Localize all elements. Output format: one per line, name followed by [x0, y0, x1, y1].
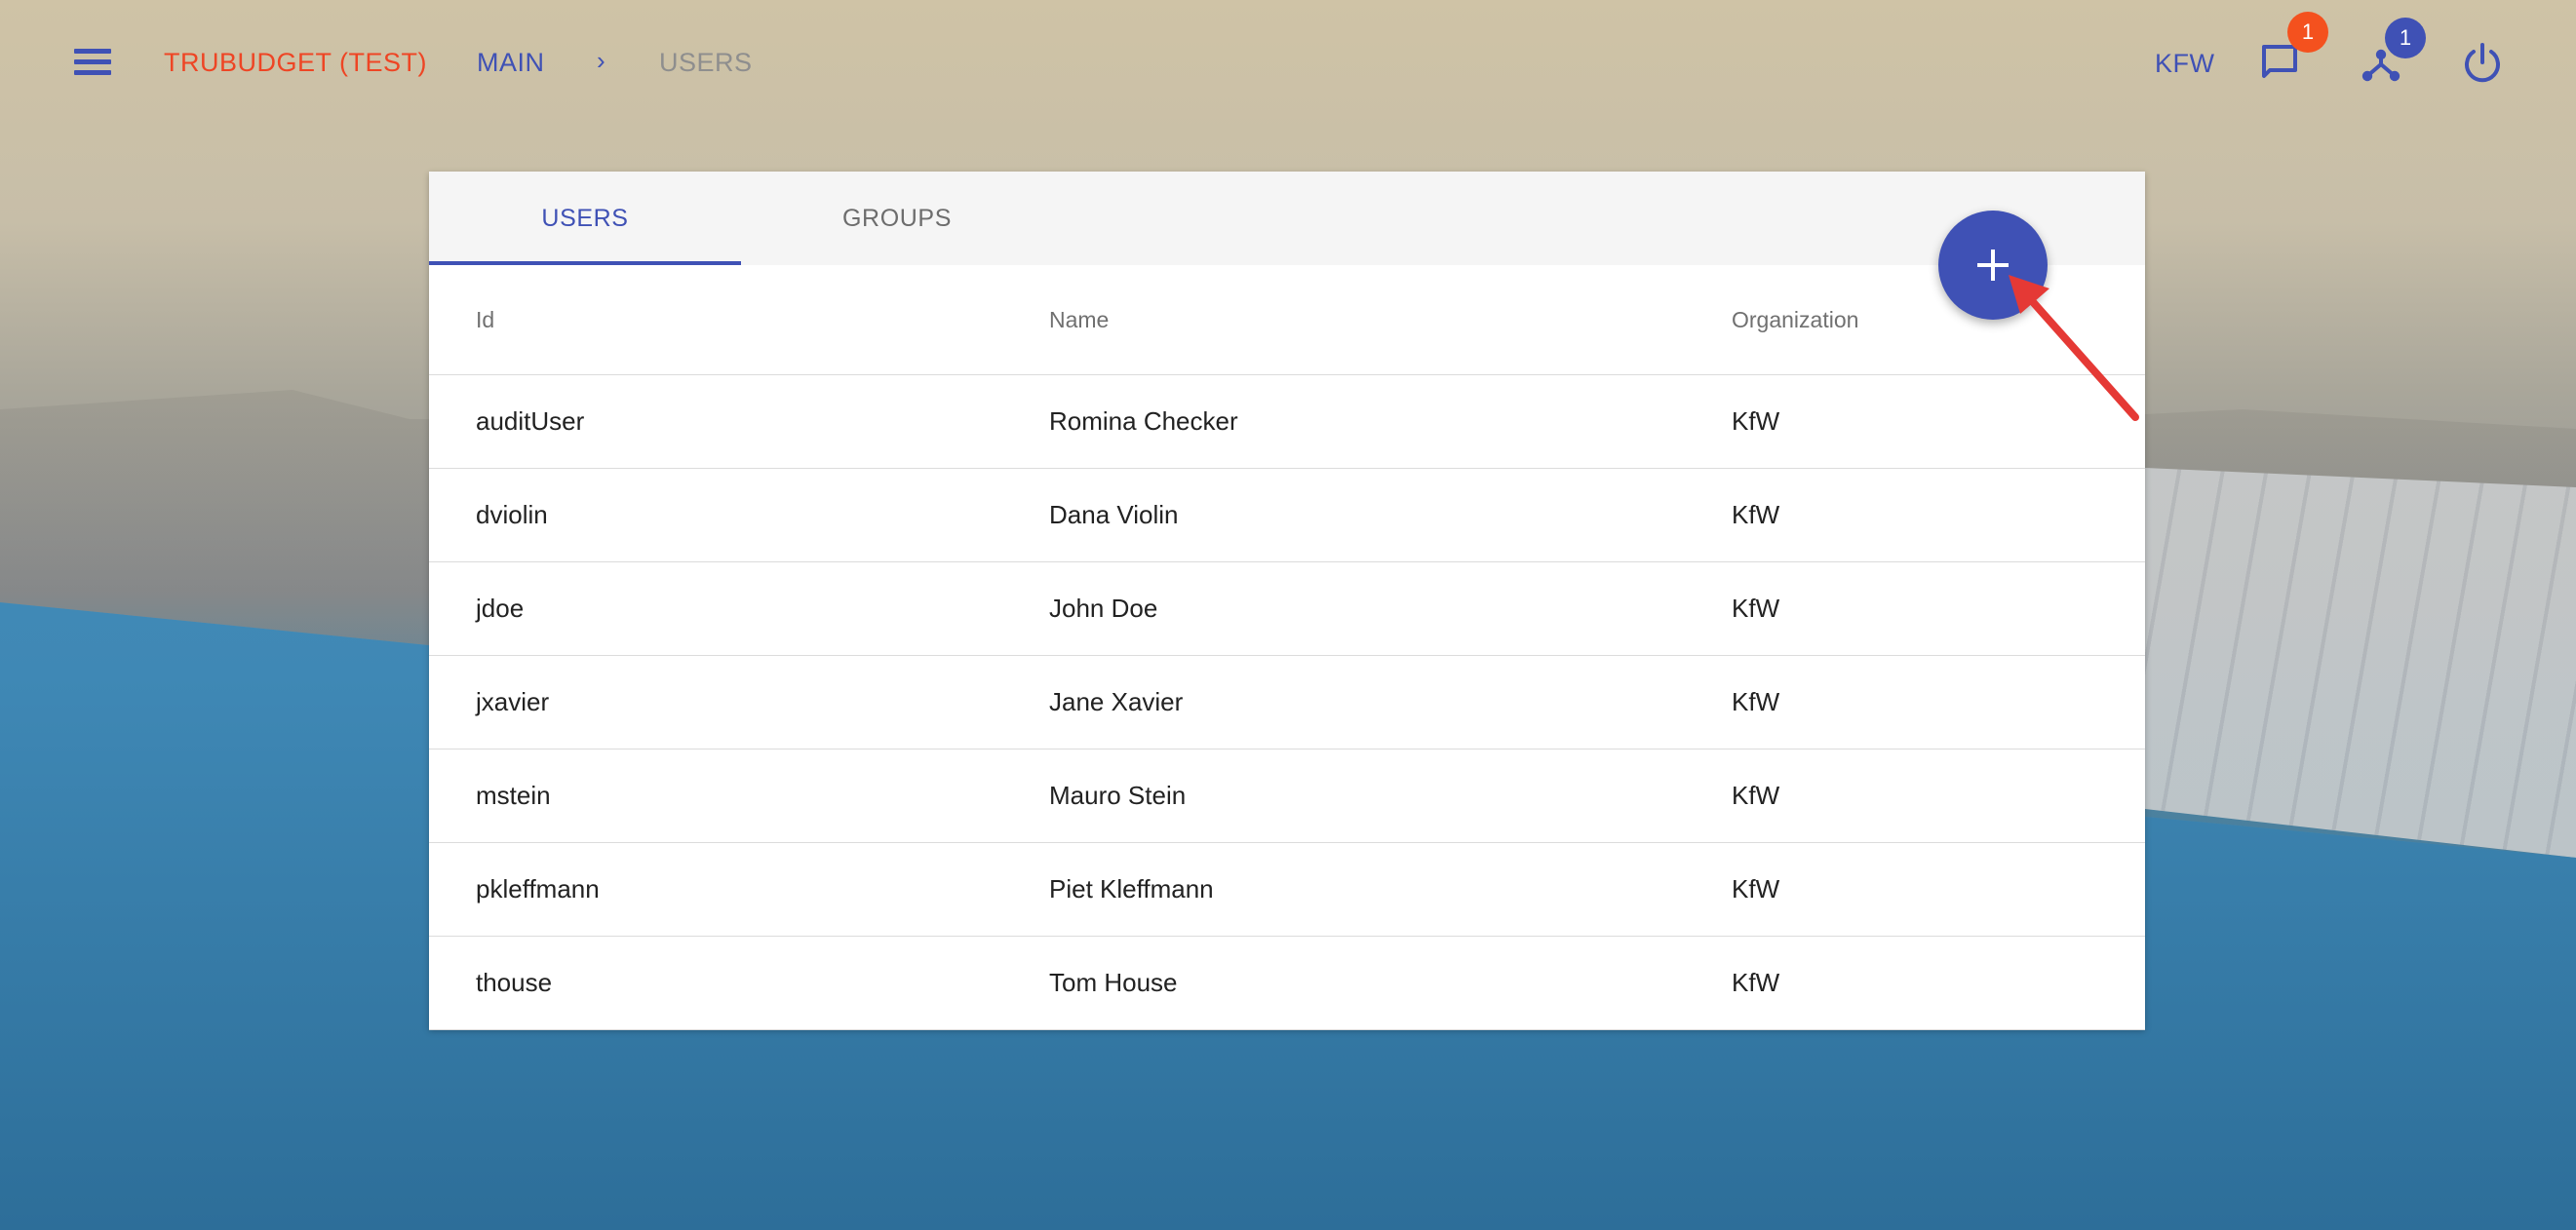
notifications-badge: 1 — [2287, 12, 2328, 53]
breadcrumb-chevron-icon: › — [597, 46, 605, 75]
cell-organization: KfW — [1685, 842, 2145, 937]
power-icon — [2465, 43, 2500, 83]
tab-groups[interactable]: GROUPS — [741, 172, 1053, 265]
cell-name: Mauro Stein — [1002, 749, 1685, 843]
cell-id: jdoe — [429, 561, 1002, 656]
cell-organization: KfW — [1685, 655, 2145, 750]
table-header-row: Id Name Organization — [429, 265, 2145, 375]
tab-users[interactable]: USERS — [429, 172, 741, 265]
table-row[interactable]: auditUser Romina Checker KfW — [429, 374, 2145, 469]
cell-name: John Doe — [1002, 561, 1685, 656]
cell-name: Jane Xavier — [1002, 655, 1685, 750]
logout-button[interactable] — [2451, 31, 2514, 94]
column-header-name[interactable]: Name — [1002, 265, 1685, 375]
table-row[interactable]: jxavier Jane Xavier KfW — [429, 655, 2145, 750]
cell-id: thouse — [429, 936, 1002, 1030]
cell-name: Dana Violin — [1002, 468, 1685, 562]
notifications-button[interactable]: 1 — [2248, 12, 2328, 94]
cell-organization: KfW — [1685, 561, 2145, 656]
organization-label: KFW — [2155, 49, 2215, 78]
table-row[interactable]: dviolin Dana Violin KfW — [429, 468, 2145, 562]
cell-name: Piet Kleffmann — [1002, 842, 1685, 937]
cell-id: pkleffmann — [429, 842, 1002, 937]
cell-id: jxavier — [429, 655, 1002, 750]
cell-name: Romina Checker — [1002, 374, 1685, 469]
background-solar-panels — [2145, 468, 2576, 858]
table-row[interactable]: thouse Tom House KfW — [429, 936, 2145, 1030]
cell-name: Tom House — [1002, 936, 1685, 1030]
table-row[interactable]: mstein Mauro Stein KfW — [429, 749, 2145, 843]
users-card: USERS GROUPS Id Name Organization auditU… — [429, 172, 2145, 1030]
table-row[interactable]: jdoe John Doe KfW — [429, 561, 2145, 656]
network-button[interactable]: 1 — [2350, 18, 2426, 94]
cell-organization: KfW — [1685, 749, 2145, 843]
tab-bar: USERS GROUPS — [429, 172, 2145, 265]
table-row[interactable]: pkleffmann Piet Kleffmann KfW — [429, 842, 2145, 937]
breadcrumb-main[interactable]: MAIN — [477, 45, 545, 80]
app-title[interactable]: TRUBUDGET (TEST) — [164, 45, 427, 80]
cell-organization: KfW — [1685, 468, 2145, 562]
cell-id: auditUser — [429, 374, 1002, 469]
users-table: Id Name Organization auditUser Romina Ch… — [429, 265, 2145, 1030]
column-header-id[interactable]: Id — [429, 265, 1002, 375]
menu-icon[interactable] — [62, 39, 125, 86]
breadcrumb-current: USERS — [659, 48, 753, 77]
cell-organization: KfW — [1685, 936, 2145, 1030]
annotation-arrow — [2009, 275, 2139, 421]
cell-id: dviolin — [429, 468, 1002, 562]
cell-id: mstein — [429, 749, 1002, 843]
app-bar: TRUBUDGET (TEST) MAIN › USERS KFW 1 1 — [0, 0, 2576, 125]
peers-badge: 1 — [2385, 18, 2426, 58]
